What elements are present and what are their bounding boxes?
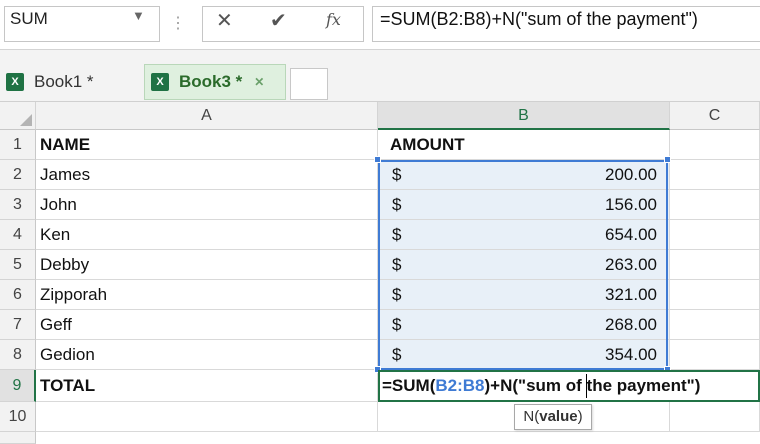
enter-check-icon[interactable]: ✔: [270, 8, 287, 33]
tab-book3[interactable]: X Book3 * ✕: [144, 64, 286, 100]
tooltip-arg[interactable]: value: [539, 408, 577, 425]
name-box-dropdown-icon[interactable]: ▼: [132, 8, 145, 23]
row-header[interactable]: 7: [0, 310, 36, 340]
cell-c5[interactable]: [670, 250, 760, 280]
cell-a8[interactable]: Gedion: [36, 340, 378, 370]
cell-c2[interactable]: [670, 160, 760, 190]
row-header[interactable]: 3: [0, 190, 36, 220]
formula-part: of the payment"): [561, 376, 701, 395]
range-handle[interactable]: [374, 156, 381, 163]
cell-a6[interactable]: Zipporah: [36, 280, 378, 310]
cell-a9[interactable]: TOTAL: [36, 370, 378, 402]
column-header-b[interactable]: B: [378, 102, 670, 130]
function-tooltip: N(value): [514, 404, 592, 430]
cell-c10[interactable]: [670, 402, 760, 432]
row-header[interactable]: [0, 432, 36, 444]
close-tab-icon[interactable]: ✕: [254, 75, 264, 89]
cell-c7[interactable]: [670, 310, 760, 340]
new-tab-button[interactable]: [290, 68, 328, 100]
range-handle[interactable]: [664, 156, 671, 163]
text-caret: [586, 374, 587, 398]
cell-c3[interactable]: [670, 190, 760, 220]
cell-c1[interactable]: [670, 130, 760, 160]
row-header[interactable]: 10: [0, 402, 36, 432]
tooltip-fn: N(: [523, 408, 540, 425]
cell-a1[interactable]: NAME: [36, 130, 378, 160]
name-box-value: SUM: [10, 9, 48, 28]
row-header[interactable]: 2: [0, 160, 36, 190]
formula-text: =SUM(B2:B8)+N("sum of the payment"): [380, 9, 698, 29]
cell-a4[interactable]: Ken: [36, 220, 378, 250]
cell-a7[interactable]: Geff: [36, 310, 378, 340]
cell-a2[interactable]: James: [36, 160, 378, 190]
row-header[interactable]: 6: [0, 280, 36, 310]
cell-a3[interactable]: John: [36, 190, 378, 220]
cell-a10[interactable]: [36, 402, 378, 432]
column-header-a[interactable]: A: [36, 102, 378, 130]
cell-c8[interactable]: [670, 340, 760, 370]
row-header[interactable]: 5: [0, 250, 36, 280]
formula-range-ref: B2:B8: [435, 376, 485, 395]
insert-function-icon[interactable]: fx: [326, 10, 341, 29]
formula-part: )+N("sum: [484, 376, 562, 395]
row-header[interactable]: 8: [0, 340, 36, 370]
column-header-c[interactable]: C: [670, 102, 760, 130]
cell-a5[interactable]: Debby: [36, 250, 378, 280]
excel-file-icon: X: [6, 73, 24, 91]
cell-c6[interactable]: [670, 280, 760, 310]
cell-b1[interactable]: AMOUNT: [378, 130, 670, 160]
row-header[interactable]: 4: [0, 220, 36, 250]
excel-file-icon: X: [151, 73, 169, 91]
formula-reference-range: [378, 160, 668, 370]
tab-book1[interactable]: X Book1 *: [0, 64, 138, 100]
cell-c4[interactable]: [670, 220, 760, 250]
tab-label: Book3 *: [179, 72, 243, 91]
cancel-icon[interactable]: ✕: [216, 8, 233, 33]
row-header[interactable]: 9: [0, 370, 36, 402]
cell-edit-text[interactable]: =SUM(B2:B8)+N("sum of the payment"): [382, 372, 700, 400]
tab-label: Book1 *: [34, 72, 94, 91]
formula-part: =SUM(: [382, 376, 436, 395]
select-all-icon: [20, 114, 32, 126]
tooltip-close: ): [577, 408, 583, 425]
formula-bar-grip-icon: ⋮: [170, 15, 186, 32]
row-header[interactable]: 1: [0, 130, 36, 160]
